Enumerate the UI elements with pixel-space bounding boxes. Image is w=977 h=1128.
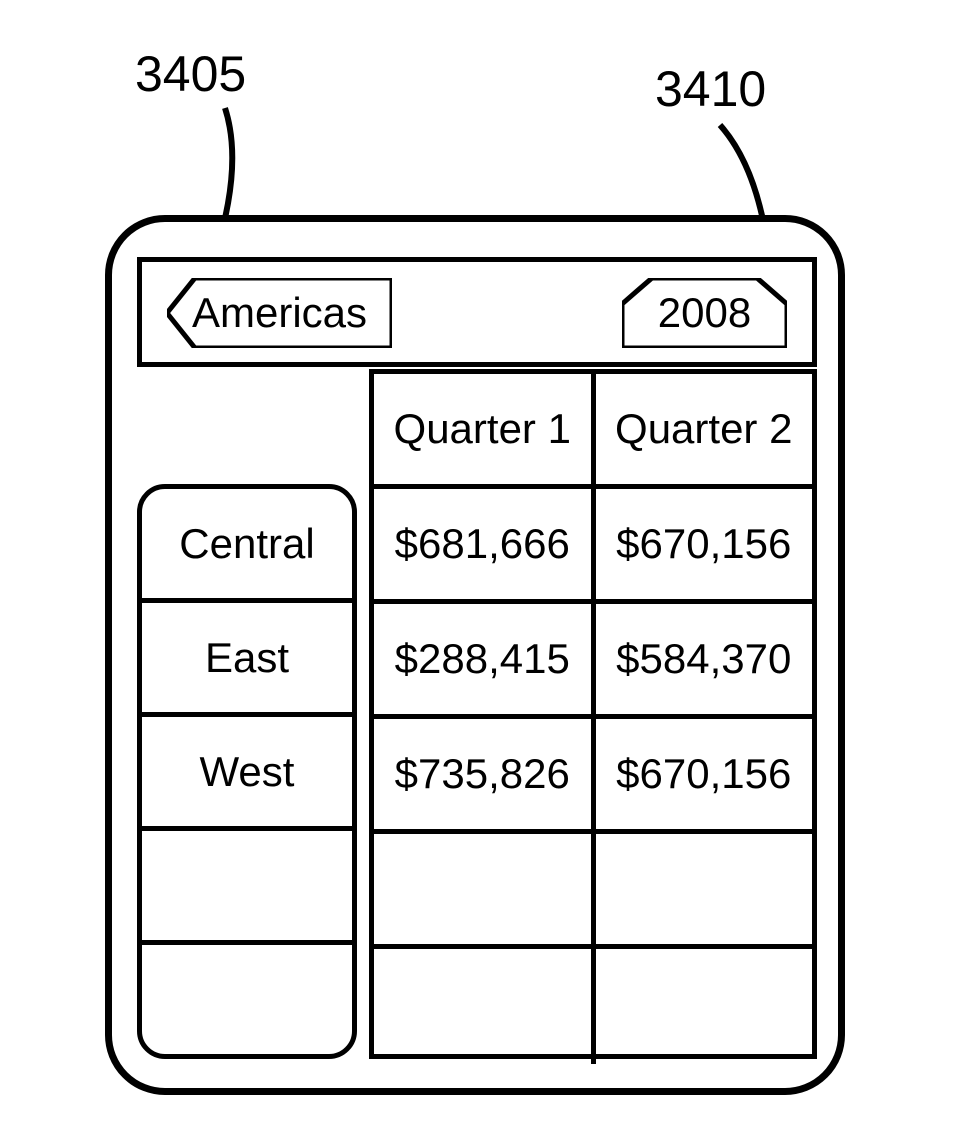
data-grid: Quarter 1 Quarter 2 $681,666 $670,156 $2…	[137, 369, 817, 1059]
data-cell: $681,666	[374, 489, 596, 604]
data-cell: $670,156	[596, 489, 813, 604]
filter-bar: Americas 2008	[137, 257, 817, 367]
row-header	[142, 831, 352, 945]
column-header: Quarter 1	[374, 374, 596, 489]
data-cell: $670,156	[596, 719, 813, 834]
filter-region-label: Americas	[192, 289, 367, 337]
device-frame: Americas 2008 Quarter 1 Quarter 2 $681,6…	[105, 215, 845, 1095]
row-header: East	[142, 603, 352, 717]
column-header: Quarter 2	[596, 374, 813, 489]
row-labels: Central East West	[137, 484, 357, 1059]
data-cell	[596, 834, 813, 949]
row-header	[142, 945, 352, 1054]
data-cells: Quarter 1 Quarter 2 $681,666 $670,156 $2…	[369, 369, 817, 1059]
data-cell	[374, 949, 596, 1064]
data-cell	[596, 949, 813, 1064]
table-row: $681,666 $670,156	[374, 489, 812, 604]
data-cell: $584,370	[596, 604, 813, 719]
row-header: West	[142, 717, 352, 831]
filter-year-label: 2008	[658, 289, 751, 337]
column-header-row: Quarter 1 Quarter 2	[374, 374, 812, 489]
table-row	[374, 949, 812, 1064]
table-row: $288,415 $584,370	[374, 604, 812, 719]
filter-region-tag[interactable]: Americas	[167, 278, 392, 348]
table-row	[374, 834, 812, 949]
row-header: Central	[142, 489, 352, 603]
table-row: $735,826 $670,156	[374, 719, 812, 834]
data-cell: $288,415	[374, 604, 596, 719]
data-cell: $735,826	[374, 719, 596, 834]
data-cell	[374, 834, 596, 949]
filter-year-tag[interactable]: 2008	[622, 278, 787, 348]
